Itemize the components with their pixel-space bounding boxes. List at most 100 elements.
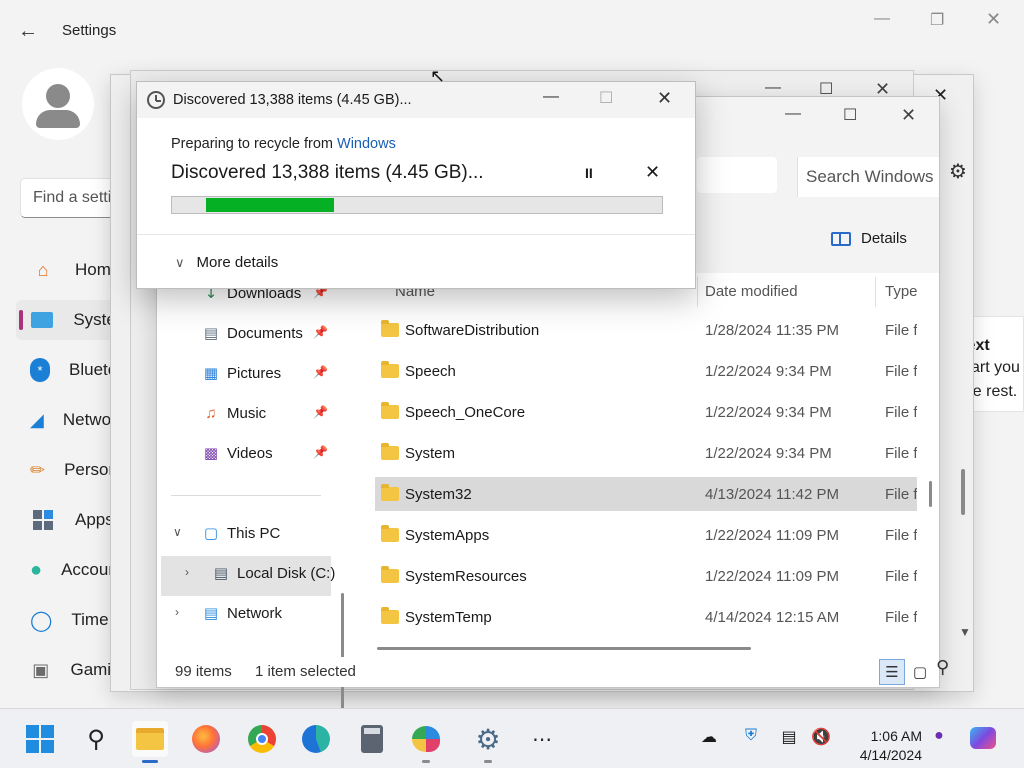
- details-view-icon[interactable]: ☰: [879, 659, 905, 685]
- zoom-icon[interactable]: ⚲: [936, 657, 949, 678]
- row-date: 1/22/2024 9:34 PM: [705, 403, 832, 421]
- row-date: 4/14/2024 12:15 AM: [705, 608, 840, 626]
- maximize-icon: ☐: [599, 90, 614, 107]
- selection-count: 1 item selected: [255, 663, 356, 680]
- minimize-icon[interactable]: —: [765, 79, 781, 97]
- avatar-body: [36, 110, 80, 128]
- home-icon: ⌂: [37, 259, 49, 280]
- chrome-icon[interactable]: [244, 721, 280, 757]
- address-bar[interactable]: [697, 157, 777, 193]
- folder-icon: [381, 443, 399, 460]
- table-row-selected[interactable]: System32 4/13/2024 11:42 PM File folder: [375, 477, 917, 511]
- progress-fill: [206, 198, 334, 212]
- row-type: File folder: [885, 444, 917, 462]
- chevron-right-icon[interactable]: ›: [185, 565, 189, 579]
- column-separator[interactable]: [875, 277, 876, 307]
- close-icon[interactable]: ✕: [901, 105, 916, 126]
- bluetooth-icon: *: [30, 358, 50, 382]
- details-pane-icon: [831, 231, 851, 246]
- minimize-icon[interactable]: —: [785, 105, 801, 123]
- monitor-icon: [30, 308, 54, 332]
- vertical-scrollbar[interactable]: [929, 481, 932, 507]
- more-icon[interactable]: ⋯: [524, 721, 560, 757]
- table-row[interactable]: SystemApps 1/22/2024 11:09 PM File folde…: [375, 518, 917, 552]
- column-separator[interactable]: [697, 277, 698, 307]
- volume-muted-icon[interactable]: 🔇: [810, 727, 832, 749]
- minimize-icon[interactable]: —: [543, 88, 559, 106]
- minimize-icon[interactable]: —: [874, 10, 890, 28]
- column-date-header[interactable]: Date modified: [705, 283, 798, 300]
- pin-icon[interactable]: 📌: [313, 365, 328, 379]
- horizontal-scrollbar[interactable]: [377, 647, 751, 650]
- back-scrollbar[interactable]: [961, 469, 965, 515]
- column-type-header[interactable]: Type: [885, 283, 918, 300]
- avatar[interactable]: [22, 68, 94, 140]
- source-link[interactable]: Windows: [337, 136, 396, 152]
- explorer-search-input[interactable]: Search Windows: [797, 157, 939, 197]
- security-shield-icon[interactable]: ⛨: [740, 727, 762, 749]
- settings-icon[interactable]: ⚙: [470, 721, 506, 757]
- avatar-head: [46, 84, 70, 108]
- cancel-button[interactable]: ✕: [645, 162, 660, 183]
- edge-icon[interactable]: [298, 721, 334, 757]
- notification-bell-icon[interactable]: ●: [928, 727, 950, 749]
- nav-label: Apps: [75, 510, 114, 529]
- row-date: 1/22/2024 11:09 PM: [705, 526, 839, 544]
- network-icon: ▤: [203, 605, 219, 622]
- nav-videos[interactable]: ▩ Videos: [201, 437, 273, 469]
- row-name: Speech_OneCore: [405, 403, 526, 421]
- nav-pictures[interactable]: ▦ Pictures: [201, 357, 281, 389]
- file-explorer-icon[interactable]: [132, 721, 168, 757]
- tiles-view-icon[interactable]: ▢: [907, 659, 933, 685]
- table-row[interactable]: Speech_OneCore 1/22/2024 9:34 PM File fo…: [375, 395, 917, 429]
- details-pane-button[interactable]: Details: [831, 230, 907, 247]
- row-type: File folder: [885, 403, 917, 421]
- row-date: 1/22/2024 11:09 PM: [705, 567, 839, 585]
- file-list: Name Date modified Type SoftwareDistribu…: [353, 273, 939, 641]
- firefox-icon[interactable]: [188, 721, 224, 757]
- restore-icon[interactable]: ❐: [930, 10, 944, 30]
- brush-icon: ✏: [30, 459, 46, 480]
- row-date: 1/22/2024 9:34 PM: [705, 444, 832, 462]
- calculator-icon[interactable]: [354, 721, 390, 757]
- close-icon[interactable]: ✕: [986, 9, 1001, 30]
- onedrive-offline-icon[interactable]: ☁: [698, 727, 720, 749]
- row-name: SoftwareDistribution: [405, 321, 540, 339]
- pin-icon[interactable]: 📌: [313, 445, 328, 459]
- copilot-icon[interactable]: [970, 727, 1000, 749]
- dialog-titlebar: Discovered 13,388 items (4.45 GB)... — ☐…: [137, 82, 695, 118]
- chevron-down-icon[interactable]: ∨: [173, 525, 182, 539]
- scroll-down-icon[interactable]: ▼: [959, 625, 971, 639]
- nav-local-disk[interactable]: ▤ Local Disk (C:): [211, 557, 335, 589]
- row-type: File folder: [885, 567, 917, 585]
- row-name: SystemResources: [405, 567, 527, 585]
- drive-icon: ▤: [213, 565, 229, 582]
- row-date: 1/22/2024 9:34 PM: [705, 362, 832, 380]
- dialog-status-text: Discovered 13,388 items (4.45 GB)...: [171, 162, 484, 183]
- table-row[interactable]: System 1/22/2024 9:34 PM File folder: [375, 436, 917, 470]
- nav-this-pc[interactable]: ▢ This PC: [201, 517, 280, 549]
- table-row[interactable]: SoftwareDistribution 1/28/2024 11:35 PM …: [375, 313, 917, 347]
- nav-documents[interactable]: ▤ Documents: [201, 317, 303, 349]
- pause-button[interactable]: II: [585, 165, 593, 181]
- nav-network[interactable]: ▤ Network: [201, 597, 282, 629]
- maximize-icon[interactable]: ☐: [843, 105, 857, 125]
- back-arrow-icon[interactable]: ←: [18, 20, 42, 42]
- close-icon[interactable]: ✕: [657, 88, 672, 109]
- paint-icon[interactable]: [408, 721, 444, 757]
- nav-music[interactable]: ♫ Music: [201, 397, 266, 429]
- chevron-right-icon[interactable]: ›: [175, 605, 179, 619]
- network-status-icon[interactable]: ▤: [778, 727, 800, 749]
- more-details-button[interactable]: ∨ More details: [175, 254, 278, 271]
- table-row[interactable]: SystemResources 1/22/2024 11:09 PM File …: [375, 559, 917, 593]
- pin-icon[interactable]: 📌: [313, 325, 328, 339]
- taskbar-clock[interactable]: 1:06 AM 4/14/2024: [846, 727, 922, 765]
- pin-icon[interactable]: 📌: [313, 405, 328, 419]
- gear-icon[interactable]: ⚙: [949, 159, 967, 184]
- start-icon[interactable]: [22, 721, 58, 757]
- search-icon[interactable]: ⚲: [78, 721, 114, 757]
- clock-time: 1:06 AM: [870, 728, 922, 744]
- table-row[interactable]: SystemTemp 4/14/2024 12:15 AM File folde…: [375, 600, 917, 634]
- row-name: System32: [405, 485, 472, 503]
- table-row[interactable]: Speech 1/22/2024 9:34 PM File folder: [375, 354, 917, 388]
